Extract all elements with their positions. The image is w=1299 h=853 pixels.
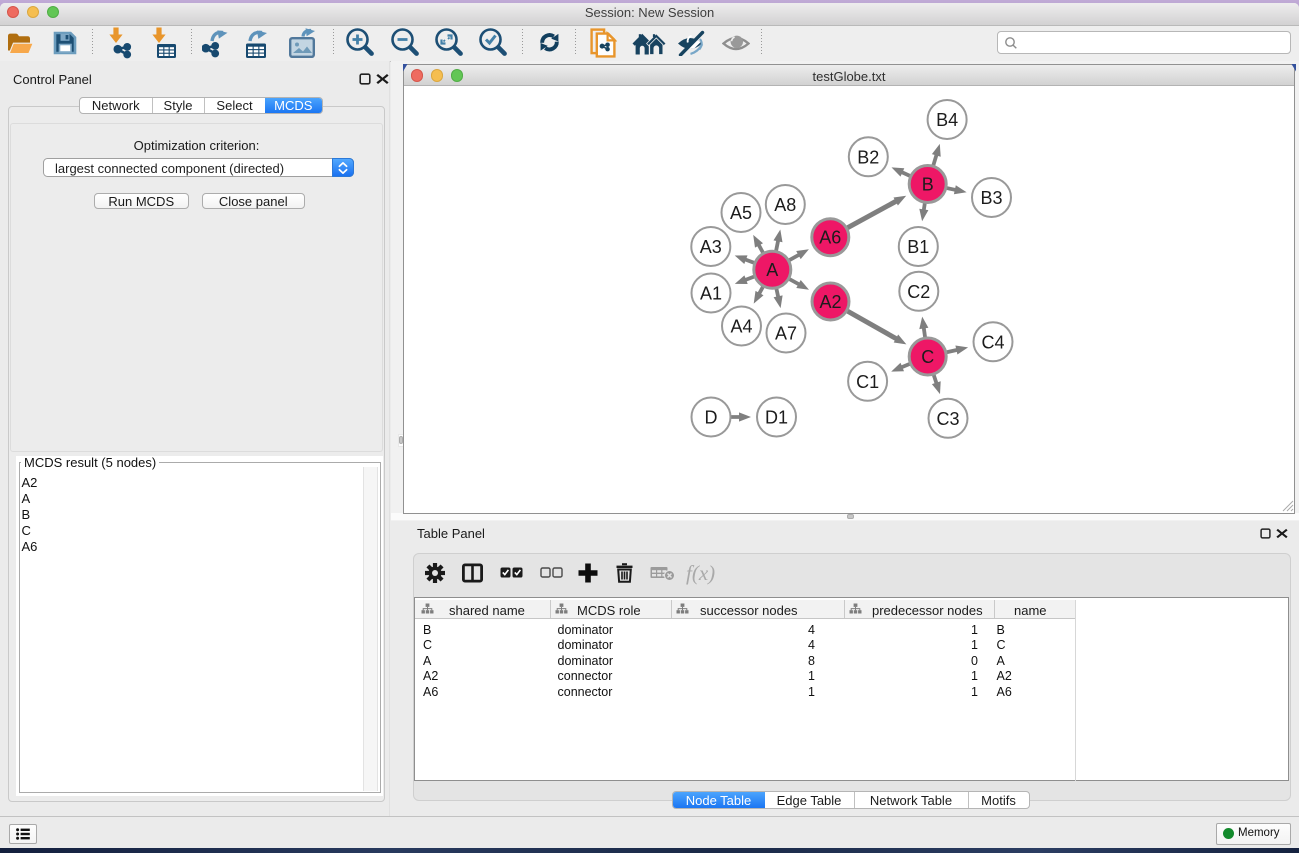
svg-text:B: B <box>921 175 933 195</box>
svg-text:C: C <box>921 347 934 367</box>
svg-text:A5: A5 <box>729 203 751 223</box>
svg-text:A1: A1 <box>699 284 721 304</box>
svg-text:C2: C2 <box>907 282 930 302</box>
svg-text:A3: A3 <box>699 237 721 257</box>
svg-text:B3: B3 <box>980 188 1002 208</box>
svg-text:B4: B4 <box>936 110 958 130</box>
svg-text:A: A <box>766 260 778 280</box>
svg-text:A7: A7 <box>774 324 796 344</box>
svg-text:D: D <box>704 408 717 428</box>
svg-text:B2: B2 <box>857 147 879 167</box>
svg-text:A4: A4 <box>730 317 752 337</box>
svg-text:D1: D1 <box>764 408 787 428</box>
svg-text:A6: A6 <box>819 228 841 248</box>
svg-text:C4: C4 <box>981 332 1004 352</box>
svg-text:A8: A8 <box>774 195 796 215</box>
svg-text:B1: B1 <box>907 237 929 257</box>
svg-text:C3: C3 <box>936 409 959 429</box>
svg-text:A2: A2 <box>819 292 841 312</box>
svg-text:C1: C1 <box>856 372 879 392</box>
